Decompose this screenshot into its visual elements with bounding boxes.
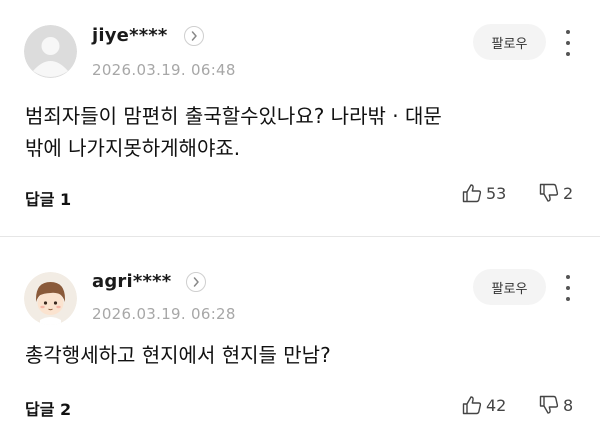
avatar[interactable] <box>24 25 77 78</box>
dislike-button[interactable]: 8 <box>538 394 573 416</box>
cartoon-boy-avatar <box>24 272 77 325</box>
comment-item: jiye**** 2026.03.19. 06:48 팔로우 범죄자들이 맘편히… <box>0 0 600 235</box>
more-vertical-icon[interactable] <box>563 275 573 301</box>
follow-button[interactable]: 팔로우 <box>473 24 546 60</box>
like-count: 53 <box>486 183 507 203</box>
default-user-icon <box>24 25 77 78</box>
like-button[interactable]: 53 <box>461 182 506 204</box>
username[interactable]: agri**** <box>92 271 171 292</box>
reply-button[interactable]: 답글 1 <box>25 186 71 210</box>
comment-date: 2026.03.19. 06:28 <box>92 305 236 323</box>
dislike-button[interactable]: 2 <box>538 182 573 204</box>
avatar[interactable] <box>24 272 77 325</box>
comment-text: 총각행세하고 현지에서 현지들 만남? <box>25 339 585 371</box>
follow-button[interactable]: 팔로우 <box>473 269 546 305</box>
divider <box>0 236 600 237</box>
like-button[interactable]: 42 <box>461 394 506 416</box>
like-count: 42 <box>486 395 507 415</box>
thumbs-up-icon <box>462 396 482 415</box>
comment-text-line: 총각행세하고 현지에서 현지들 만남? <box>25 343 331 367</box>
comment-text-line: 밖에 나가지못하게해야죠. <box>25 136 241 160</box>
chevron-right-icon[interactable] <box>186 272 206 292</box>
thumbs-down-icon <box>539 395 559 414</box>
reply-button[interactable]: 답글 2 <box>25 396 71 420</box>
dislike-count: 8 <box>563 395 574 415</box>
thumbs-down-icon <box>539 183 559 202</box>
comment-text: 범죄자들이 맘편히 출국할수있나요? 나라밖 · 대문 밖에 나가지못하게해야죠… <box>25 100 585 164</box>
dislike-count: 2 <box>563 183 574 203</box>
chevron-right-icon[interactable] <box>184 26 204 46</box>
thumbs-up-icon <box>462 184 482 203</box>
more-vertical-icon[interactable] <box>563 30 573 56</box>
comment-text-line: 범죄자들이 맘편히 출국할수있나요? 나라밖 · 대문 <box>25 104 442 128</box>
comment-item: agri**** 2026.03.19. 06:28 팔로우 총각행세하고 현지… <box>0 238 600 437</box>
username[interactable]: jiye**** <box>92 25 168 46</box>
comment-date: 2026.03.19. 06:48 <box>92 61 236 79</box>
